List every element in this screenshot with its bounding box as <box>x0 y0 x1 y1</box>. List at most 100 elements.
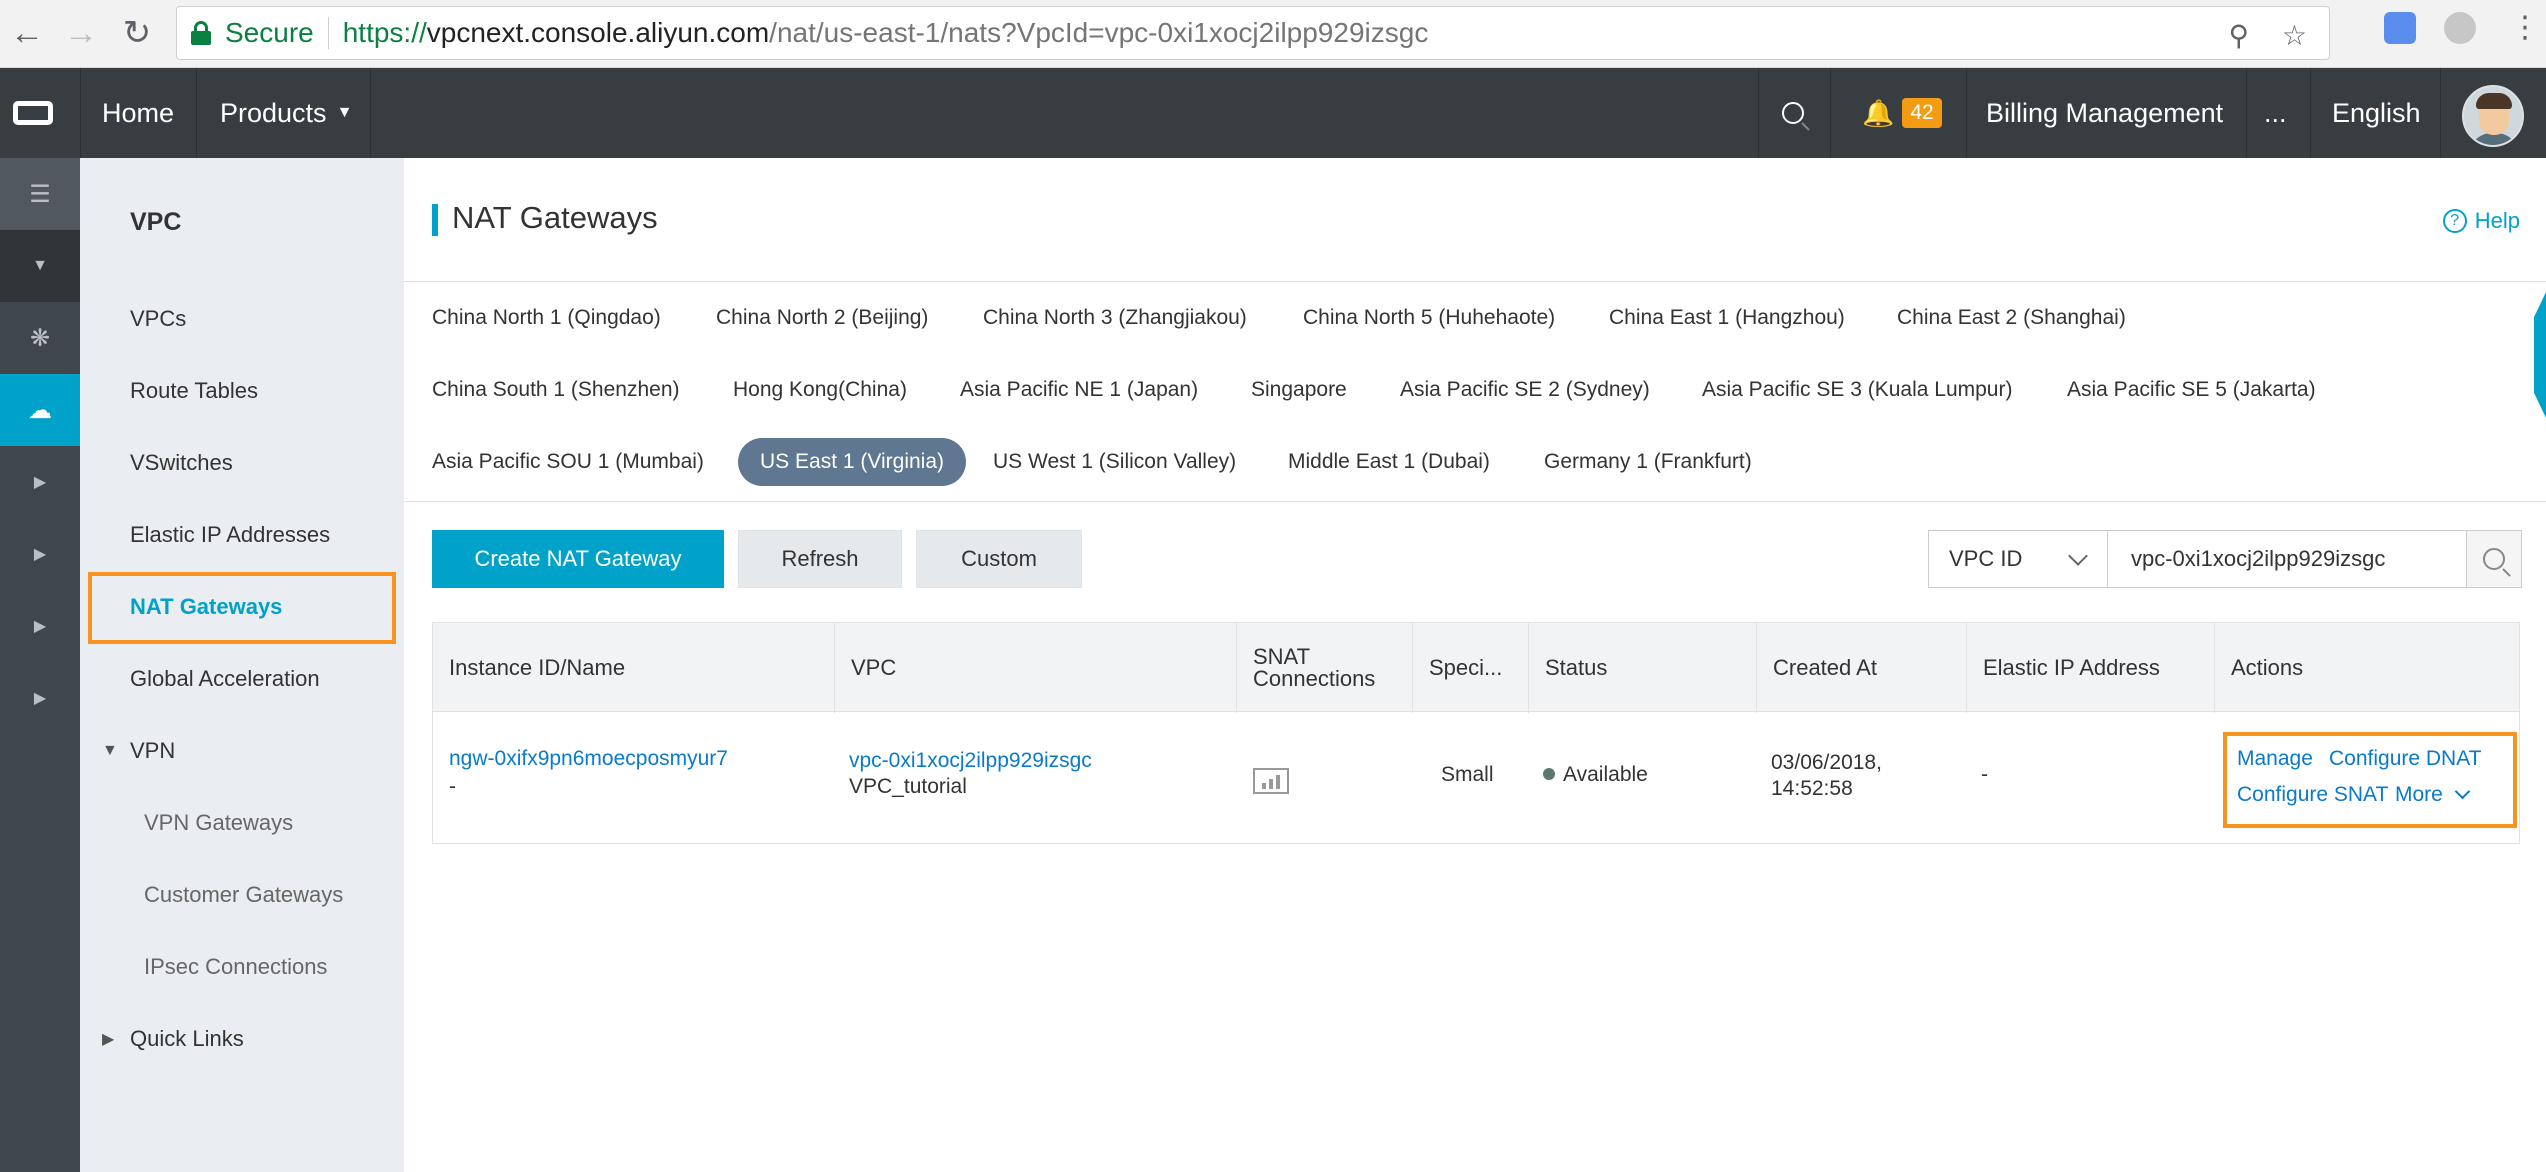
expand-icon[interactable]: ▶ <box>0 590 80 662</box>
eip-value: - <box>1981 763 1988 786</box>
help-link[interactable]: ? Help <box>2442 208 2520 234</box>
sidebar-item-global-acceleration[interactable]: Global Acceleration <box>130 666 320 692</box>
sidebar-item-vpn-gateways[interactable]: VPN Gateways <box>144 810 293 836</box>
custom-button[interactable]: Custom <box>916 530 1082 588</box>
aliyun-logo[interactable] <box>0 68 66 158</box>
zoom-icon[interactable]: ⚲ <box>2228 19 2249 52</box>
nav-divider <box>2310 68 2311 158</box>
browser-menu-icon[interactable]: ⋮ <box>2510 10 2540 45</box>
sidebar-item-vswitches[interactable]: VSwitches <box>130 450 233 476</box>
region-tab[interactable]: China North 3 (Zhangjiakou) <box>983 294 1247 342</box>
region-tab[interactable]: China East 2 (Shanghai) <box>1897 294 2126 342</box>
bell-icon: 🔔 <box>1862 97 1895 128</box>
region-tab[interactable]: Asia Pacific SOU 1 (Mumbai) <box>432 438 704 486</box>
notifications[interactable]: 🔔 42 <box>1862 68 1942 158</box>
vpn-group-label: VPN <box>130 738 176 763</box>
sidebar-group-vpn[interactable]: ▼ VPN <box>102 738 175 764</box>
spec-value: Small <box>1441 763 1494 786</box>
url-host: vpcnext.console.aliyun.com <box>426 17 770 48</box>
column-header: VPC <box>835 623 1237 713</box>
url-protocol: https:// <box>342 17 427 48</box>
column-header: SNAT Connections <box>1237 623 1413 713</box>
expand-icon[interactable]: ▶ <box>0 518 80 590</box>
region-tab[interactable]: China East 1 (Hangzhou) <box>1609 294 1845 342</box>
status-cell: Available <box>1543 762 1648 788</box>
search-icon[interactable] <box>1782 68 1804 158</box>
browser-toolbar: ← → ↻ Secure https:// vpcnext.console.al… <box>0 0 2546 68</box>
region-tab[interactable]: Hong Kong(China) <box>733 366 907 414</box>
search-field-label: VPC ID <box>1949 546 2023 571</box>
vpc-sidebar: VPC VPCs Route Tables VSwitches Elastic … <box>80 158 404 1172</box>
caret-down-icon: ▼ <box>336 104 353 121</box>
nav-divider <box>1758 68 1759 158</box>
language-switch[interactable]: English <box>2332 68 2421 158</box>
create-nat-gateway-button[interactable]: Create NAT Gateway <box>432 530 724 588</box>
search-button[interactable] <box>2466 530 2522 588</box>
help-label: Help <box>2474 208 2520 233</box>
forward-icon[interactable]: → <box>58 10 104 56</box>
more-actions-dropdown[interactable]: More <box>2395 782 2470 808</box>
products-menu[interactable]: Products ▼ <box>220 68 352 158</box>
region-tab[interactable]: Middle East 1 (Dubai) <box>1288 438 1490 486</box>
reload-icon[interactable]: ↻ <box>114 10 160 56</box>
billing-management-link[interactable]: Billing Management <box>1986 68 2223 158</box>
chevron-down-icon <box>2068 546 2088 566</box>
search-input[interactable]: vpc-0xi1xocj2ilpp929izsgc <box>2107 530 2467 588</box>
column-header: Created At <box>1757 623 1967 713</box>
address-bar[interactable]: Secure https:// vpcnext.console.aliyun.c… <box>176 6 2330 60</box>
region-tab[interactable]: Germany 1 (Frankfurt) <box>1544 438 1752 486</box>
more-label: More <box>2395 783 2443 806</box>
extension-icon[interactable] <box>2444 12 2476 44</box>
sidebar-item-elastic-ip[interactable]: Elastic IP Addresses <box>130 522 330 548</box>
column-header: Instance ID/Name <box>433 623 835 713</box>
region-tab[interactable]: Asia Pacific SE 3 (Kuala Lumpur) <box>1702 366 2012 414</box>
region-tab[interactable]: China North 1 (Qingdao) <box>432 294 661 342</box>
expand-icon[interactable]: ▶ <box>0 662 80 734</box>
notification-badge: 42 <box>1902 98 1942 128</box>
configure-dnat-link[interactable]: Configure DNAT <box>2329 746 2482 772</box>
expand-icon[interactable]: ▶ <box>0 446 80 518</box>
region-tab[interactable]: Singapore <box>1251 366 1347 414</box>
sidebar-item-route-tables[interactable]: Route Tables <box>130 378 258 404</box>
region-tab[interactable]: Asia Pacific SE 2 (Sydney) <box>1400 366 1650 414</box>
menu-icon[interactable]: ☰ <box>0 158 80 230</box>
avatar[interactable] <box>2462 85 2524 147</box>
star-icon[interactable]: ☆ <box>2282 19 2307 52</box>
refresh-button[interactable]: Refresh <box>738 530 902 588</box>
page-header: NAT Gateways ? Help <box>404 158 2546 282</box>
sidebar-item-vpcs[interactable]: VPCs <box>130 306 186 332</box>
home-link[interactable]: Home <box>102 68 174 158</box>
region-tab[interactable]: China North 2 (Beijing) <box>716 294 928 342</box>
more-menu[interactable]: ... <box>2264 68 2287 158</box>
instance-id-link[interactable]: ngw-0xifx9pn6moecposmyur7 <box>449 746 728 772</box>
region-tab[interactable]: Asia Pacific NE 1 (Japan) <box>960 366 1198 414</box>
region-tab[interactable]: China South 1 (Shenzhen) <box>432 366 680 414</box>
configure-snat-link[interactable]: Configure SNAT <box>2237 782 2388 808</box>
search-field-select[interactable]: VPC ID <box>1928 530 2108 588</box>
region-tab[interactable]: Asia Pacific SE 5 (Jakarta) <box>2067 366 2316 414</box>
region-tab-selected[interactable]: US East 1 (Virginia) <box>738 438 967 486</box>
cloud-icon[interactable]: ☁ <box>0 374 80 446</box>
vpc-id-link[interactable]: vpc-0xi1xocj2ilpp929izsgc <box>849 748 1092 774</box>
sidebar-item-ipsec-connections[interactable]: IPsec Connections <box>144 954 327 980</box>
top-navigation: Home Products ▼ 🔔 42 Billing Management … <box>0 68 2546 158</box>
manage-link[interactable]: Manage <box>2237 746 2313 772</box>
region-tab[interactable]: China North 5 (Huhehaote) <box>1303 294 1555 342</box>
translate-icon[interactable] <box>2384 12 2416 44</box>
lock-icon <box>191 21 211 45</box>
back-icon[interactable]: ← <box>4 10 50 56</box>
column-header: Status <box>1529 623 1757 713</box>
sidebar-group-quick-links[interactable]: ▶ Quick Links <box>102 1026 244 1052</box>
sidebar-item-nat-gateways[interactable]: NAT Gateways <box>130 594 282 620</box>
chart-icon[interactable] <box>1253 768 1289 794</box>
chevron-down-icon <box>2454 783 2470 800</box>
sidebar-title: VPC <box>130 208 182 236</box>
collapse-icon[interactable]: ▼ <box>0 230 80 302</box>
page-title: NAT Gateways <box>452 200 658 235</box>
network-icon[interactable]: ❋ <box>0 302 80 374</box>
created-date: 03/06/2018, <box>1771 751 1882 774</box>
sidebar-item-customer-gateways[interactable]: Customer Gateways <box>144 882 343 908</box>
column-header: Speci... <box>1413 623 1529 713</box>
nav-divider <box>80 68 81 158</box>
region-tab[interactable]: US West 1 (Silicon Valley) <box>993 438 1236 486</box>
